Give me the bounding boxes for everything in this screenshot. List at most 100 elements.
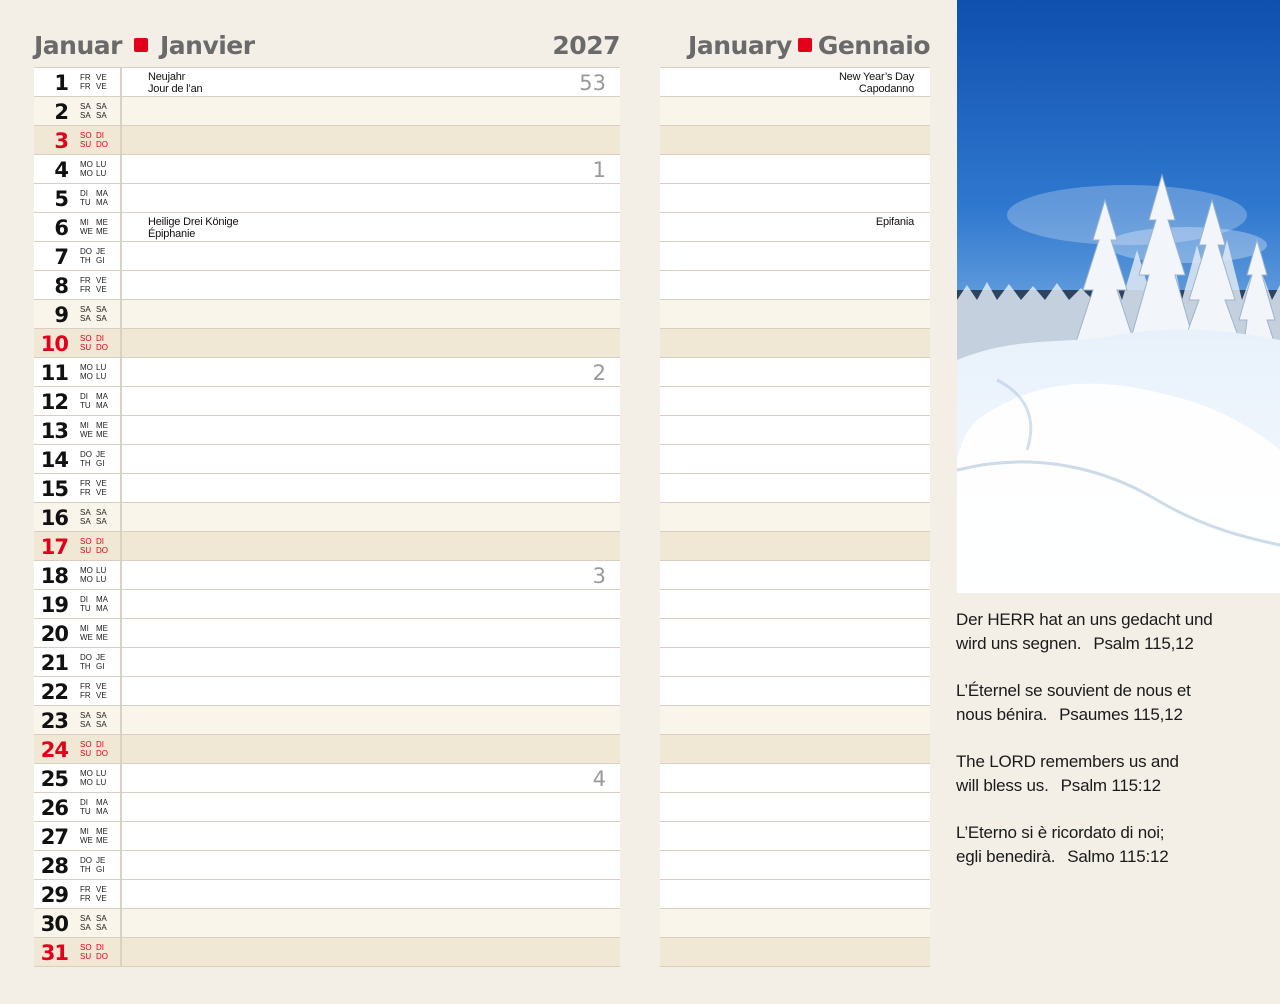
weekday-abbr-line: SA SA [80,305,120,314]
weekday-abbreviations: DI MA TU MA [80,595,120,613]
column-separator [120,358,122,386]
weekday-abbr-de: FR [80,682,91,691]
weekday-abbr-line: TU MA [80,198,120,207]
weekday-abbr-it: ME [96,633,108,642]
weekday-abbr-de: SO [80,131,92,140]
weekday-abbr-line: MI ME [80,421,120,430]
weekday-abbr-fr: DI [96,943,104,952]
verse-reference: Psaumes 115,12 [1059,705,1183,724]
weekday-abbr-de: MI [80,827,89,836]
weekday-abbr-de: MO [80,160,93,169]
day-number: 27 [40,825,69,849]
holiday-note-en-it: New Year’s Day Capodanno [839,71,914,95]
day-row: 24 SO DI SU DO [34,735,620,764]
weekday-abbr-line: DO JE [80,247,120,256]
weekday-abbreviations: MI ME WE ME [80,827,120,845]
weekday-abbr-de: MO [80,363,93,372]
verse-reference: Psalm 115:12 [1060,776,1161,795]
weekday-abbr-line: MO LU [80,372,120,381]
weekday-abbr-line: MO LU [80,160,120,169]
verse-text: wird uns segnen. [956,634,1082,653]
weekday-abbr-it: SA [96,314,107,323]
weekday-abbr-line: TU MA [80,604,120,613]
weekday-abbr-de: DO [80,450,92,459]
weekday-abbr-fr: JE [96,450,106,459]
weekday-abbr-line: SA SA [80,517,120,526]
weekday-abbreviations: FR VE FR VE [80,276,120,294]
weekday-abbr-line: DO JE [80,653,120,662]
weekday-abbr-line: WE ME [80,633,120,642]
weekday-abbr-en: TU [80,401,91,410]
weekday-abbreviations: DI MA TU MA [80,798,120,816]
column-separator [120,68,122,96]
month-name-fr: Janvier [159,30,255,60]
day-number: 1 [54,71,69,95]
weekday-abbr-line: MO LU [80,575,120,584]
weekday-abbr-en: WE [80,430,93,439]
weekday-abbr-de: MI [80,421,89,430]
weekday-abbr-fr: MA [96,595,108,604]
day-row: 9 SA SA SA SA [34,300,620,329]
weekday-abbr-de: FR [80,73,91,82]
day-row: 20 MI ME WE ME [34,619,620,648]
weekday-abbr-line: MO LU [80,566,120,575]
day-number: 9 [54,303,69,327]
day-row: 6 MI ME WE ME Heilige Drei Könige Épiphanie [34,213,620,242]
day-row-right: New Year’s Day Capodanno [660,67,930,97]
weekday-abbr-it: ME [96,430,108,439]
weekday-abbr-line: SA SA [80,720,120,729]
weekday-abbr-de: FR [80,885,91,894]
day-row-right [660,300,930,329]
day-row-right [660,619,930,648]
weekday-abbr-it: DO [96,546,108,555]
day-row-right [660,677,930,706]
day-number: 30 [40,912,69,936]
weekday-abbr-de: MO [80,566,93,575]
weekday-abbr-de: DI [80,392,88,401]
day-number: 28 [40,854,69,878]
weekday-abbr-de: SO [80,334,92,343]
day-number: 19 [40,593,69,617]
verse-text: will bless us. [956,776,1049,795]
weekday-abbr-it: VE [96,285,107,294]
weekday-abbreviations: SA SA SA SA [80,711,120,729]
weekday-abbr-fr: VE [96,885,107,894]
weekday-abbr-it: SA [96,923,107,932]
day-number: 3 [54,129,69,153]
day-row: 11 MO LU MO LU 2 [34,358,620,387]
column-separator [120,909,122,937]
weekday-abbreviations: MO LU MO LU [80,769,120,787]
weekday-abbreviations: SA SA SA SA [80,102,120,120]
day-row: 25 MO LU MO LU 4 [34,764,620,793]
weekday-abbr-en: SU [80,546,92,555]
weekday-abbr-line: SA SA [80,508,120,517]
weekday-abbr-line: WE ME [80,836,120,845]
column-separator [120,735,122,763]
day-number: 10 [40,332,69,356]
weekday-abbr-it: DO [96,140,108,149]
weekday-abbr-line: SO DI [80,943,120,952]
day-row-right [660,271,930,300]
column-separator [120,822,122,850]
weekday-abbr-line: MO LU [80,169,120,178]
column-separator [120,126,122,154]
verse-text-line: egli benedirà. Salmo 115:12 [956,845,1276,869]
day-row-right: Epifania [660,213,930,242]
weekday-abbr-it: DO [96,952,108,961]
weekday-abbr-fr: VE [96,479,107,488]
column-separator [120,155,122,183]
column-separator [120,880,122,908]
weekday-abbr-fr: MA [96,392,108,401]
weekday-abbr-it: MA [96,401,108,410]
weekday-abbr-de: SA [80,711,91,720]
weekday-abbreviations: DO JE TH GI [80,856,120,874]
weekday-abbreviations: DI MA TU MA [80,189,120,207]
weekday-abbr-en: MO [80,169,93,178]
column-separator [120,561,122,589]
day-row-right [660,155,930,184]
weekday-abbr-line: SA SA [80,711,120,720]
holiday-name-de: Heilige Drei Könige [148,216,239,228]
weekday-abbreviations: SO DI SU DO [80,537,120,555]
weekday-abbr-line: TH GI [80,662,120,671]
weekday-abbr-en: SU [80,343,92,352]
